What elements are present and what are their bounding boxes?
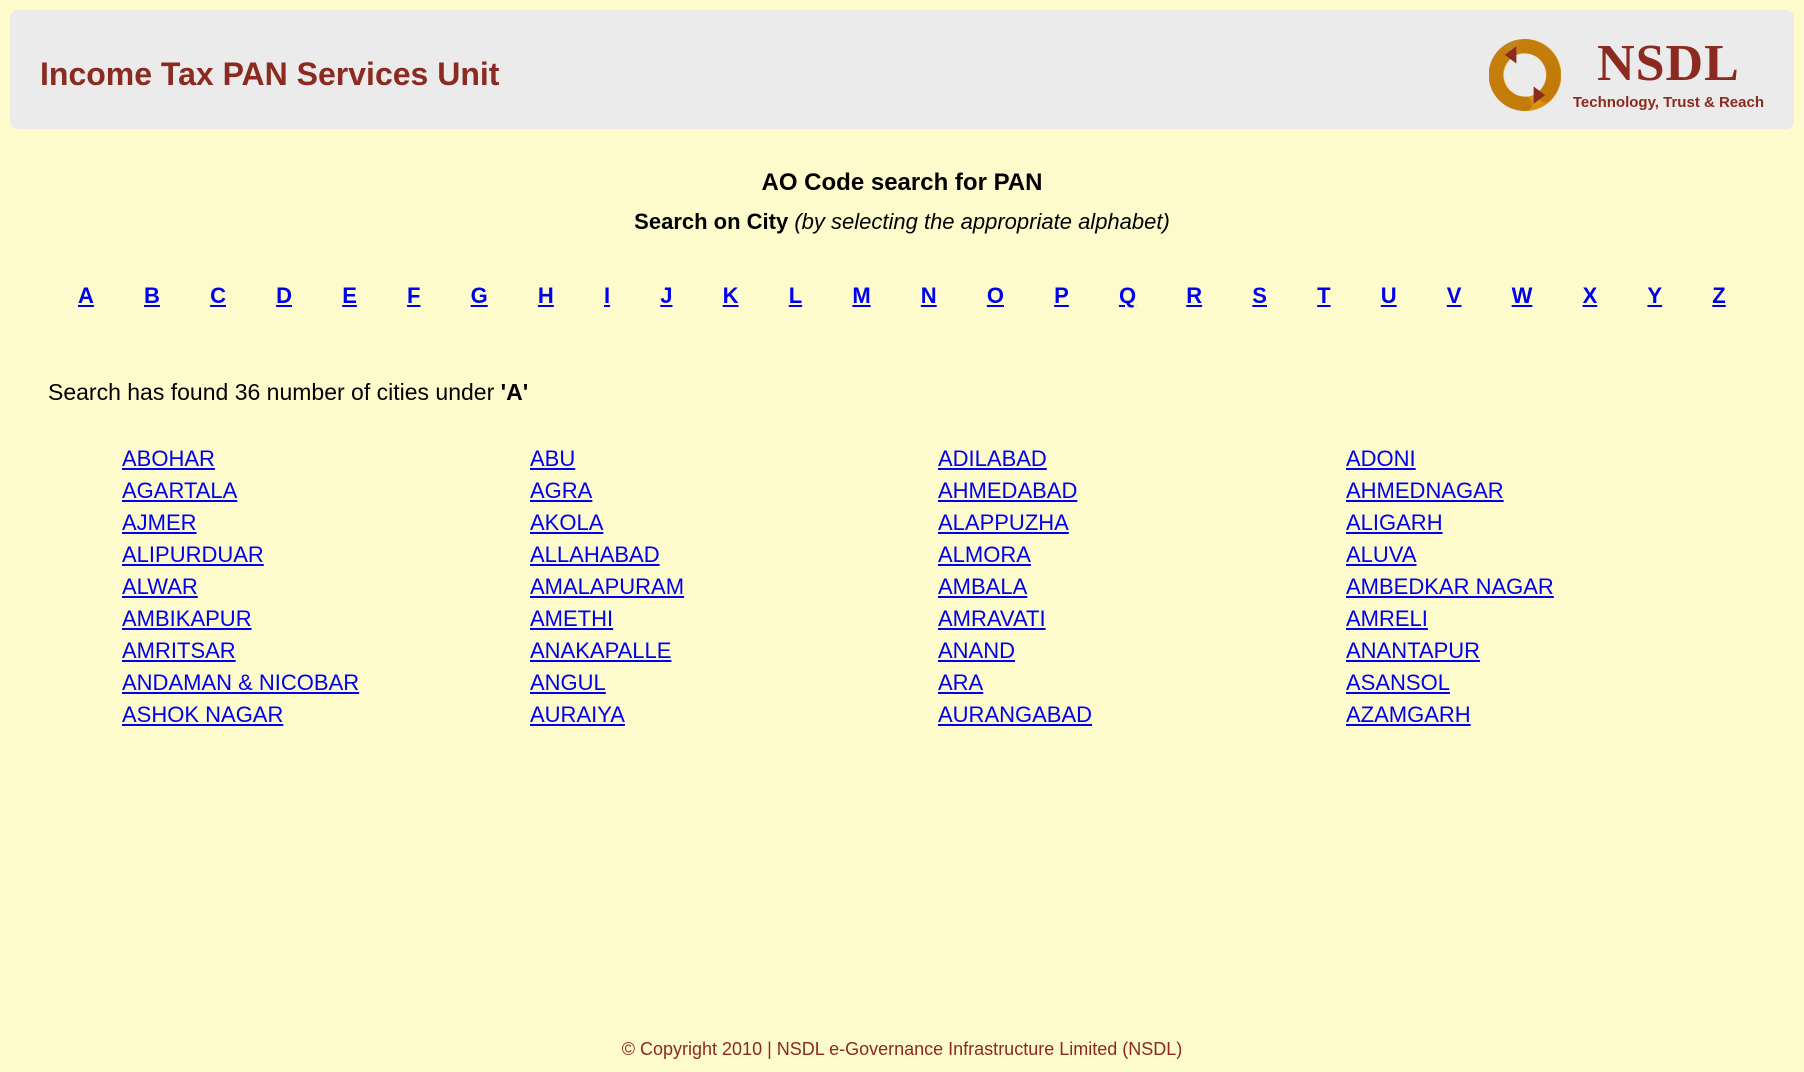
city-link[interactable]: AGARTALA xyxy=(122,478,510,504)
city-link[interactable]: ALWAR xyxy=(122,574,510,600)
subheading-hint: (by selecting the appropriate alphabet) xyxy=(794,209,1169,234)
city-link[interactable]: ALAPPUZHA xyxy=(938,510,1326,536)
alphabet-link-f[interactable]: F xyxy=(407,283,420,309)
result-prefix: Search has found xyxy=(48,379,235,405)
alphabet-link-q[interactable]: Q xyxy=(1119,283,1136,309)
city-link[interactable]: AMRITSAR xyxy=(122,638,510,664)
result-mid: number of cities under xyxy=(260,379,500,405)
logo-tagline: Technology, Trust & Reach xyxy=(1573,94,1764,111)
header: Income Tax PAN Services Unit NSDL Techno… xyxy=(10,10,1794,129)
alphabet-link-d[interactable]: D xyxy=(276,283,292,309)
city-link[interactable]: AMBEDKAR NAGAR xyxy=(1346,574,1734,600)
city-link[interactable]: AZAMGARH xyxy=(1346,702,1734,728)
city-link[interactable]: AKOLA xyxy=(530,510,918,536)
city-link[interactable]: AMBIKAPUR xyxy=(122,606,510,632)
page-frame: Income Tax PAN Services Unit NSDL Techno… xyxy=(0,0,1804,1072)
city-link[interactable]: AGRA xyxy=(530,478,918,504)
city-link[interactable]: AMBALA xyxy=(938,574,1326,600)
alphabet-link-o[interactable]: O xyxy=(987,283,1004,309)
alphabet-link-h[interactable]: H xyxy=(538,283,554,309)
footer: © Copyright 2010 | NSDL e-Governance Inf… xyxy=(10,1031,1794,1062)
alphabet-link-n[interactable]: N xyxy=(921,283,937,309)
result-count: 36 xyxy=(235,379,261,405)
section-heading: AO Code search for PAN xyxy=(30,169,1774,197)
city-link[interactable]: AJMER xyxy=(122,510,510,536)
alphabet-link-m[interactable]: M xyxy=(852,283,870,309)
search-result-summary: Search has found 36 number of cities und… xyxy=(30,379,1774,406)
city-link[interactable]: AURANGABAD xyxy=(938,702,1326,728)
city-link[interactable]: ANAND xyxy=(938,638,1326,664)
alphabet-link-u[interactable]: U xyxy=(1381,283,1397,309)
alphabet-nav: A B C D E F G H I J K L M N O P Q R S T U V W X Y Z xyxy=(30,283,1774,309)
result-letter: 'A' xyxy=(501,379,529,405)
alphabet-link-j[interactable]: J xyxy=(660,283,672,309)
city-link[interactable]: AHMEDNAGAR xyxy=(1346,478,1734,504)
alphabet-link-c[interactable]: C xyxy=(210,283,226,309)
logo-name: NSDL xyxy=(1597,38,1740,90)
city-link[interactable]: ANDAMAN & NICOBAR xyxy=(122,670,510,696)
alphabet-link-b[interactable]: B xyxy=(144,283,160,309)
alphabet-link-g[interactable]: G xyxy=(471,283,488,309)
nsdl-logo-icon xyxy=(1489,39,1561,111)
page-title: Income Tax PAN Services Unit xyxy=(40,56,499,93)
city-link[interactable]: AMALAPURAM xyxy=(530,574,918,600)
city-link[interactable]: ANAKAPALLE xyxy=(530,638,918,664)
alphabet-link-e[interactable]: E xyxy=(342,283,357,309)
alphabet-link-x[interactable]: X xyxy=(1583,283,1598,309)
city-link[interactable]: AMRELI xyxy=(1346,606,1734,632)
alphabet-link-k[interactable]: K xyxy=(723,283,739,309)
section-subheading: Search on City (by selecting the appropr… xyxy=(30,209,1774,235)
city-link[interactable]: ADONI xyxy=(1346,446,1734,472)
city-link[interactable]: AHMEDABAD xyxy=(938,478,1326,504)
city-link[interactable]: ANANTAPUR xyxy=(1346,638,1734,664)
alphabet-link-w[interactable]: W xyxy=(1512,283,1533,309)
alphabet-link-l[interactable]: L xyxy=(789,283,802,309)
city-link[interactable]: ALIGARH xyxy=(1346,510,1734,536)
alphabet-link-t[interactable]: T xyxy=(1317,283,1330,309)
footer-copyright: © Copyright 2010 | NSDL e-Governance Inf… xyxy=(622,1039,1183,1059)
city-link[interactable]: ALMORA xyxy=(938,542,1326,568)
logo-text: NSDL Technology, Trust & Reach xyxy=(1573,38,1764,111)
city-link[interactable]: ALLAHABAD xyxy=(530,542,918,568)
alphabet-link-p[interactable]: P xyxy=(1054,283,1069,309)
alphabet-link-a[interactable]: A xyxy=(78,283,94,309)
alphabet-link-i[interactable]: I xyxy=(604,283,610,309)
alphabet-link-r[interactable]: R xyxy=(1186,283,1202,309)
alphabet-link-s[interactable]: S xyxy=(1252,283,1267,309)
city-link[interactable]: ADILABAD xyxy=(938,446,1326,472)
city-link[interactable]: ABOHAR xyxy=(122,446,510,472)
alphabet-link-z[interactable]: Z xyxy=(1712,283,1725,309)
city-link[interactable]: AMETHI xyxy=(530,606,918,632)
city-link[interactable]: ANGUL xyxy=(530,670,918,696)
city-link[interactable]: AURAIYA xyxy=(530,702,918,728)
city-link[interactable]: ABU xyxy=(530,446,918,472)
alphabet-link-v[interactable]: V xyxy=(1447,283,1462,309)
city-link[interactable]: ALIPURDUAR xyxy=(122,542,510,568)
alphabet-link-y[interactable]: Y xyxy=(1647,283,1662,309)
city-link[interactable]: AMRAVATI xyxy=(938,606,1326,632)
cities-grid: ABOHAR ABU ADILABAD ADONI AGARTALA AGRA AHMEDA… xyxy=(30,446,1774,728)
logo: NSDL Technology, Trust & Reach xyxy=(1489,38,1764,111)
city-link[interactable]: ARA xyxy=(938,670,1326,696)
city-link[interactable]: ASANSOL xyxy=(1346,670,1734,696)
subheading-strong: Search on City xyxy=(634,209,788,234)
main-content: AO Code search for PAN Search on City (b… xyxy=(10,129,1794,1031)
city-link[interactable]: ASHOK NAGAR xyxy=(122,702,510,728)
city-link[interactable]: ALUVA xyxy=(1346,542,1734,568)
